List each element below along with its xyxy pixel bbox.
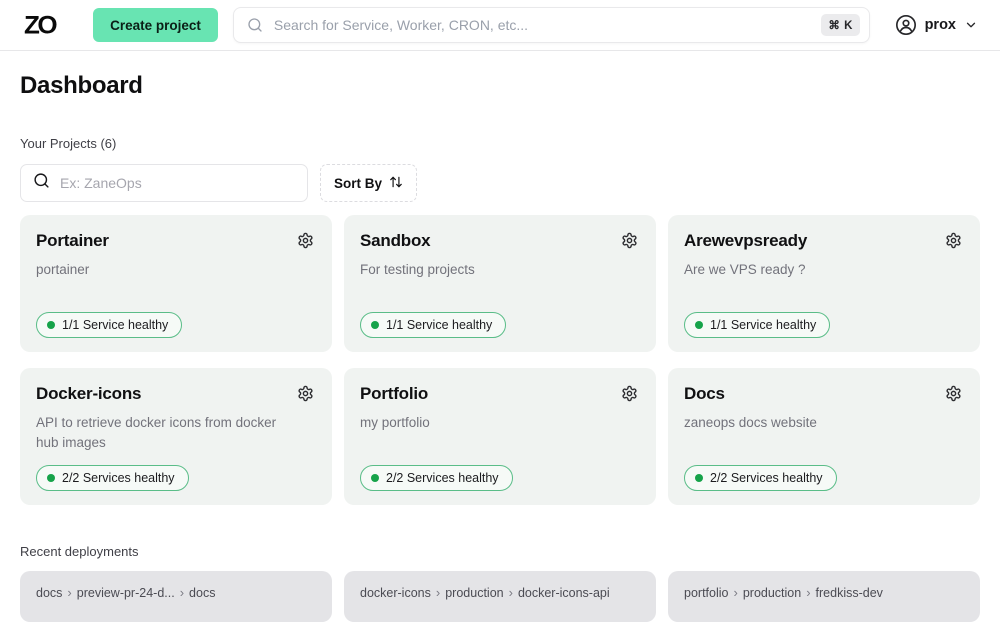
project-card-docker-icons[interactable]: Docker-icons API to retrieve docker icon… bbox=[20, 368, 332, 505]
health-dot bbox=[695, 321, 703, 329]
project-settings-button[interactable] bbox=[295, 230, 316, 251]
create-project-button[interactable]: Create project bbox=[93, 8, 218, 42]
breadcrumb-segment: fredkiss-dev bbox=[816, 586, 883, 600]
breadcrumb-separator-icon: › bbox=[733, 585, 737, 600]
project-name: Portainer bbox=[36, 231, 109, 251]
project-settings-button[interactable] bbox=[943, 383, 964, 404]
search-icon bbox=[247, 17, 263, 33]
dashboard-main: Dashboard Your Projects (6) Sort By Port… bbox=[0, 51, 1000, 622]
status-text: 2/2 Services healthy bbox=[62, 471, 175, 485]
health-dot bbox=[47, 321, 55, 329]
search-icon bbox=[33, 172, 50, 194]
user-avatar-icon bbox=[895, 14, 917, 36]
status-text: 2/2 Services healthy bbox=[710, 471, 823, 485]
breadcrumb-separator-icon: › bbox=[436, 585, 440, 600]
breadcrumb-separator-icon: › bbox=[509, 585, 513, 600]
status-badge: 2/2 Services healthy bbox=[360, 465, 513, 491]
status-text: 1/1 Service healthy bbox=[710, 318, 816, 332]
project-settings-button[interactable] bbox=[943, 230, 964, 251]
project-description: portainer bbox=[36, 260, 298, 280]
breadcrumb-segment: docs bbox=[36, 586, 62, 600]
chevron-down-icon bbox=[964, 18, 978, 32]
gear-icon bbox=[945, 232, 962, 249]
recent-deployments-label: Recent deployments bbox=[20, 544, 980, 559]
project-name: Docs bbox=[684, 384, 725, 404]
global-search-placeholder: Search for Service, Worker, CRON, etc... bbox=[274, 17, 811, 33]
breadcrumb-segment: docker-icons bbox=[360, 586, 431, 600]
status-text: 2/2 Services healthy bbox=[386, 471, 499, 485]
project-settings-button[interactable] bbox=[619, 230, 640, 251]
project-card-docs[interactable]: Docs zaneops docs website 2/2 Services h… bbox=[668, 368, 980, 505]
gear-icon bbox=[945, 385, 962, 402]
gear-icon bbox=[297, 232, 314, 249]
sort-by-label: Sort By bbox=[334, 176, 382, 191]
deployment-item[interactable]: docs › preview-pr-24-d... › docs bbox=[20, 571, 332, 622]
deployment-item[interactable]: docker-icons › production › docker-icons-api bbox=[344, 571, 656, 622]
project-description: API to retrieve docker icons from docker… bbox=[36, 413, 298, 454]
project-card-portfolio[interactable]: Portfolio my portfolio 2/2 Services heal… bbox=[344, 368, 656, 505]
project-name: Sandbox bbox=[360, 231, 430, 251]
sort-by-button[interactable]: Sort By bbox=[320, 164, 417, 202]
project-description: Are we VPS ready ? bbox=[684, 260, 946, 280]
status-badge: 2/2 Services healthy bbox=[684, 465, 837, 491]
health-dot bbox=[695, 474, 703, 482]
gear-icon bbox=[621, 385, 638, 402]
user-menu[interactable]: prox bbox=[871, 14, 978, 36]
breadcrumb-separator-icon: › bbox=[806, 585, 810, 600]
global-search-input[interactable]: Search for Service, Worker, CRON, etc...… bbox=[233, 7, 870, 43]
status-text: 1/1 Service healthy bbox=[386, 318, 492, 332]
breadcrumb-segment: docs bbox=[189, 586, 215, 600]
projects-grid: Portainer portainer 1/1 Service healthy … bbox=[20, 215, 980, 505]
status-badge: 2/2 Services healthy bbox=[36, 465, 189, 491]
project-description: my portfolio bbox=[360, 413, 622, 433]
breadcrumb-segment: preview-pr-24-d... bbox=[77, 586, 175, 600]
project-card-arewevpsready[interactable]: Arewevpsready Are we VPS ready ? 1/1 Ser… bbox=[668, 215, 980, 352]
breadcrumb-segment: docker-icons-api bbox=[518, 586, 610, 600]
page-title: Dashboard bbox=[20, 72, 980, 100]
user-name: prox bbox=[925, 17, 956, 33]
deployments-grid: docs › preview-pr-24-d... › docs docker-icon… bbox=[20, 571, 980, 622]
gear-icon bbox=[621, 232, 638, 249]
projects-controls: Sort By bbox=[20, 164, 980, 202]
breadcrumb-segment: production bbox=[743, 586, 801, 600]
project-filter-field[interactable] bbox=[20, 164, 308, 202]
project-name: Docker-icons bbox=[36, 384, 141, 404]
shortcut-badge: ⌘ K bbox=[821, 14, 860, 36]
project-description: For testing projects bbox=[360, 260, 622, 280]
health-dot bbox=[371, 474, 379, 482]
gear-icon bbox=[297, 385, 314, 402]
status-text: 1/1 Service healthy bbox=[62, 318, 168, 332]
project-name: Portfolio bbox=[360, 384, 428, 404]
project-description: zaneops docs website bbox=[684, 413, 946, 433]
project-settings-button[interactable] bbox=[619, 383, 640, 404]
project-card-sandbox[interactable]: Sandbox For testing projects 1/1 Service… bbox=[344, 215, 656, 352]
status-badge: 1/1 Service healthy bbox=[684, 312, 830, 338]
deployment-item[interactable]: portfolio › production › fredkiss-dev bbox=[668, 571, 980, 622]
breadcrumb-separator-icon: › bbox=[67, 585, 71, 600]
project-settings-button[interactable] bbox=[295, 383, 316, 404]
breadcrumb-segment: portfolio bbox=[684, 586, 728, 600]
project-card-portainer[interactable]: Portainer portainer 1/1 Service healthy bbox=[20, 215, 332, 352]
projects-count-label: Your Projects (6) bbox=[20, 136, 980, 151]
status-badge: 1/1 Service healthy bbox=[360, 312, 506, 338]
top-nav: ZO Create project Search for Service, Wo… bbox=[0, 0, 1000, 51]
health-dot bbox=[47, 474, 55, 482]
project-filter-input[interactable] bbox=[60, 175, 295, 191]
breadcrumb-segment: production bbox=[445, 586, 503, 600]
health-dot bbox=[371, 321, 379, 329]
zaneops-logo[interactable]: ZO bbox=[24, 10, 55, 39]
status-badge: 1/1 Service healthy bbox=[36, 312, 182, 338]
project-name: Arewevpsready bbox=[684, 231, 807, 251]
arrow-up-down-icon bbox=[389, 175, 403, 192]
breadcrumb-separator-icon: › bbox=[180, 585, 184, 600]
